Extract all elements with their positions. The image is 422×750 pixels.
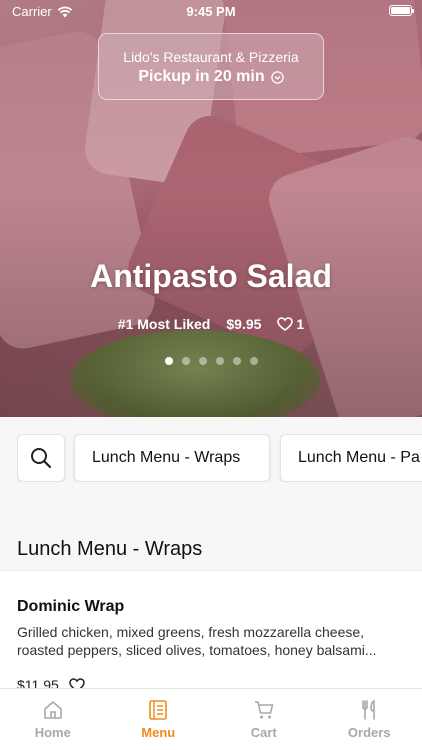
like-count-value: 1 [296, 316, 305, 332]
section-title: Lunch Menu - Wraps [17, 538, 203, 560]
featured-item-meta: #1 Most Liked $9.95 1 [0, 316, 422, 332]
like-count[interactable]: 1 [277, 316, 304, 332]
restaurant-name: Lido's Restaurant & Pizzeria [123, 49, 299, 65]
cart-icon [254, 701, 274, 719]
tab-menu[interactable]: Menu [106, 689, 212, 750]
tab-menu-label: Menu [141, 725, 176, 740]
featured-item-title: Antipasto Salad [90, 258, 332, 294]
tab-home-label: Home [34, 725, 71, 740]
clock: 9:45 PM [186, 4, 236, 19]
carousel-dot[interactable] [232, 357, 241, 365]
home-icon [43, 701, 62, 719]
battery-icon [389, 5, 414, 16]
chevron-down-circle-icon [270, 70, 284, 84]
carousel-dot[interactable] [198, 357, 207, 365]
category-chip-wraps[interactable]: Lunch Menu - Wraps [74, 434, 270, 482]
menu-item-name: Dominic Wrap [17, 598, 125, 615]
carousel-pagination[interactable] [0, 357, 422, 365]
tab-cart-label: Cart [250, 725, 277, 740]
tab-orders[interactable]: Orders [317, 689, 422, 750]
category-chip-next[interactable]: Lunch Menu - Pa [280, 434, 422, 482]
search-icon [31, 448, 52, 469]
fork-knife-icon [362, 699, 376, 720]
tab-cart[interactable]: Cart [211, 689, 317, 750]
carousel-dot[interactable] [164, 357, 173, 365]
pickup-time: Pickup in 20 min [99, 68, 323, 86]
tab-home[interactable]: Home [0, 689, 106, 750]
featured-item-price: $9.95 [226, 316, 262, 332]
restaurant-pickup-selector[interactable]: Lido's Restaurant & Pizzeria Pickup in 2… [98, 33, 324, 100]
menu-icon [149, 700, 168, 720]
tab-orders-label: Orders [347, 725, 391, 740]
heart-icon [277, 317, 294, 331]
menu-item-description: Grilled chicken, mixed greens, fresh moz… [17, 624, 377, 658]
pickup-label: Pickup in 20 min [138, 68, 265, 85]
carousel-dot[interactable] [181, 357, 190, 365]
carousel-dot[interactable] [215, 357, 224, 365]
search-button[interactable] [17, 434, 65, 482]
category-bar[interactable]: Lunch Menu - Wraps Lunch Menu - Pa [17, 434, 422, 482]
status-bar: Carrier 9:45 PM [0, 0, 422, 22]
popularity-badge: #1 Most Liked [117, 316, 211, 332]
tab-bar: Home Menu Cart Orders [0, 688, 422, 750]
carousel-dot[interactable] [249, 357, 258, 365]
